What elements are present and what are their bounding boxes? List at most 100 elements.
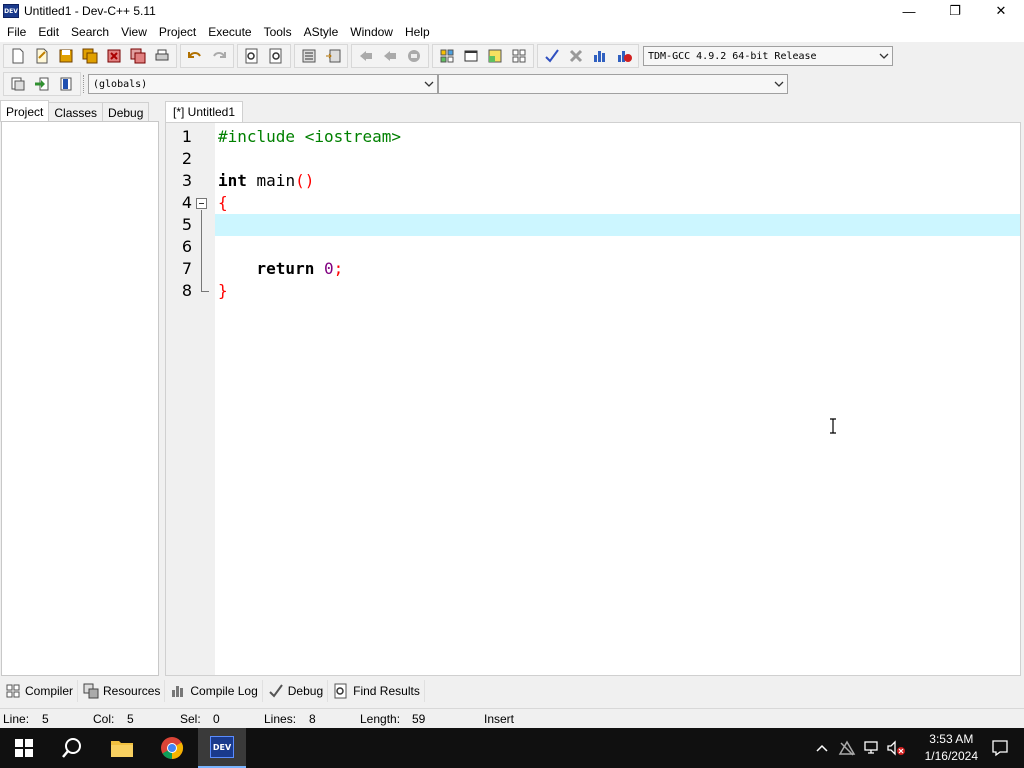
close-all-icon: [130, 48, 146, 64]
tray-network-disconnected[interactable]: [836, 728, 858, 768]
code-text: return 0;: [218, 258, 344, 280]
tab-untitled1[interactable]: [*] Untitled1: [165, 101, 244, 122]
new-file-button[interactable]: [7, 46, 29, 66]
project-view-button[interactable]: [436, 46, 458, 66]
scope-select[interactable]: (globals): [88, 74, 438, 94]
fold-collapse-icon[interactable]: [196, 198, 207, 209]
layout-view-button[interactable]: [484, 46, 506, 66]
number-literal: 0: [323, 259, 334, 278]
code-editor[interactable]: 1 #include <iostream> 2 3 int main() 4 {…: [165, 122, 1021, 676]
bookmark-toolbar: [351, 44, 429, 68]
action-center-button[interactable]: [976, 728, 1024, 768]
taskbar-devcpp[interactable]: DEV: [198, 728, 246, 768]
find-button[interactable]: [241, 46, 263, 66]
unindent-icon: [326, 49, 341, 63]
menu-help[interactable]: Help: [399, 22, 436, 42]
menu-search[interactable]: Search: [65, 22, 115, 42]
status-length-value: 59: [412, 712, 426, 726]
menu-file[interactable]: File: [0, 22, 32, 42]
open-file-icon: [36, 48, 48, 64]
menu-execute[interactable]: Execute: [202, 22, 257, 42]
insert-icon: [11, 77, 25, 91]
menu-astyle[interactable]: AStyle: [298, 22, 345, 42]
close-all-button[interactable]: [127, 46, 149, 66]
tray-display[interactable]: [860, 728, 882, 768]
goto-forward-button[interactable]: [379, 46, 401, 66]
tab-label: Compile Log: [190, 683, 258, 698]
check-syntax-button[interactable]: [541, 46, 563, 66]
close-button[interactable]: ✕: [978, 0, 1024, 22]
replace-button[interactable]: [265, 46, 287, 66]
taskbar-file-explorer[interactable]: [98, 728, 146, 768]
toggle-bookmark-button[interactable]: [55, 74, 77, 94]
tab-compiler[interactable]: Compiler: [0, 679, 79, 702]
bar-chart-icon: [172, 685, 184, 697]
goto-back-button[interactable]: [355, 46, 377, 66]
start-button[interactable]: [0, 728, 48, 768]
tray-volume-muted[interactable]: [884, 728, 908, 768]
menu-edit[interactable]: Edit: [32, 22, 65, 42]
open-file-button[interactable]: [31, 46, 53, 66]
delete-profile-button[interactable]: [613, 46, 635, 66]
save-all-button[interactable]: [79, 46, 101, 66]
folder-icon: [111, 741, 133, 757]
insert-button[interactable]: [7, 74, 29, 94]
menu-view[interactable]: View: [115, 22, 153, 42]
redo-button[interactable]: [208, 46, 230, 66]
menu-tools[interactable]: Tools: [258, 22, 298, 42]
clock-date: 1/16/2024: [924, 749, 978, 763]
window-view-button[interactable]: [460, 46, 482, 66]
grid-icon: [6, 684, 20, 697]
indent-button[interactable]: [298, 46, 320, 66]
stop-button[interactable]: [565, 46, 587, 66]
status-lines-label: Lines:: [264, 712, 297, 726]
tab-resources[interactable]: Resources: [78, 679, 166, 702]
goto-declaration-button[interactable]: [31, 74, 53, 94]
taskbar-search-button[interactable]: [48, 728, 96, 768]
minimize-button[interactable]: —: [886, 0, 932, 22]
tray-clock[interactable]: 3:53 AM 1/16/2024: [925, 731, 978, 765]
unindent-button[interactable]: [322, 46, 344, 66]
bookmark-button[interactable]: [403, 46, 425, 66]
tab-label: Find Results: [353, 683, 420, 698]
line-number: 6: [181, 237, 192, 256]
profile-button[interactable]: [589, 46, 611, 66]
tab-debug-output[interactable]: Debug: [263, 679, 329, 702]
new-file-icon: [12, 48, 24, 64]
menu-bar: File Edit Search View Project Execute To…: [0, 22, 1024, 42]
tray-overflow-button[interactable]: [812, 728, 832, 768]
resources-icon: [83, 683, 99, 698]
goto-icon: [35, 77, 49, 91]
keyword-int: int: [218, 171, 247, 190]
menu-project[interactable]: Project: [153, 22, 202, 42]
restore-button[interactable]: ❐: [932, 0, 978, 22]
compiler-select[interactable]: TDM-GCC 4.9.2 64-bit Release: [643, 46, 893, 66]
undo-button[interactable]: [184, 46, 206, 66]
tab-project[interactable]: Project: [0, 100, 50, 122]
status-sel-value: 0: [213, 712, 220, 726]
tab-compile-log[interactable]: Compile Log: [165, 679, 263, 702]
toolbar-grip: [83, 75, 86, 93]
tab-classes[interactable]: Classes: [48, 102, 104, 122]
close-file-button[interactable]: [103, 46, 125, 66]
print-button[interactable]: [151, 46, 173, 66]
save-button[interactable]: [55, 46, 77, 66]
line-number: 1: [181, 127, 192, 146]
text-cursor-icon: [830, 418, 836, 434]
chevron-down-icon: [774, 81, 784, 87]
member-select[interactable]: [438, 74, 788, 94]
project-tree-panel[interactable]: [1, 121, 159, 676]
taskbar-chrome[interactable]: [148, 728, 196, 768]
tab-debug[interactable]: Debug: [102, 102, 150, 122]
windows-taskbar: DEV 3:53 AM 1/16/2024: [0, 728, 1024, 768]
identifier-main: main: [246, 171, 296, 190]
close-file-icon: [107, 49, 121, 63]
status-bar: Line: 5 Col: 5 Sel: 0 Lines: 8 Length: 5…: [0, 708, 1024, 728]
tab-find-results[interactable]: Find Results: [328, 679, 425, 702]
code-line-5: 5: [166, 214, 1020, 236]
close-brace: }: [218, 281, 228, 300]
tiles-view-button[interactable]: [508, 46, 530, 66]
code-line-3: 3 int main(): [166, 170, 1020, 192]
menu-window[interactable]: Window: [344, 22, 399, 42]
